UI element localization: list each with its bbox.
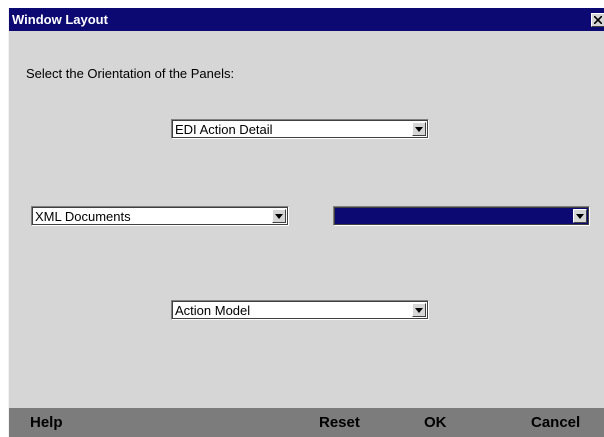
ok-button[interactable]: OK [424, 414, 447, 431]
help-button[interactable]: Help [30, 414, 63, 431]
top-panel-dropdown-button[interactable] [412, 122, 426, 136]
dialog-title: Window Layout [12, 12, 108, 27]
chevron-down-icon [275, 213, 283, 219]
chevron-down-icon [415, 126, 423, 132]
close-icon [594, 16, 602, 24]
close-button[interactable] [591, 13, 604, 27]
bottom-panel-select[interactable]: Action Model [171, 300, 429, 320]
top-panel-select[interactable]: EDI Action Detail [171, 119, 429, 139]
chevron-down-icon [576, 213, 584, 219]
chevron-down-icon [415, 307, 423, 313]
orientation-prompt: Select the Orientation of the Panels: [26, 66, 235, 81]
left-panel-value: XML Documents [35, 209, 131, 224]
right-panel-select[interactable] [333, 206, 590, 226]
left-panel-dropdown-button[interactable] [272, 209, 286, 223]
title-bar[interactable]: Window Layout [9, 8, 604, 31]
reset-button[interactable]: Reset [319, 414, 360, 431]
window-layout-dialog: Window Layout Select the Orientation of … [8, 8, 604, 437]
bottom-panel-value: Action Model [175, 303, 251, 318]
top-panel-value: EDI Action Detail [175, 122, 273, 137]
button-bar: Help Reset OK Cancel [9, 408, 604, 437]
right-panel-dropdown-button[interactable] [573, 209, 587, 223]
cancel-button[interactable]: Cancel [531, 414, 580, 431]
bottom-panel-dropdown-button[interactable] [412, 303, 426, 317]
left-panel-select[interactable]: XML Documents [31, 206, 289, 226]
